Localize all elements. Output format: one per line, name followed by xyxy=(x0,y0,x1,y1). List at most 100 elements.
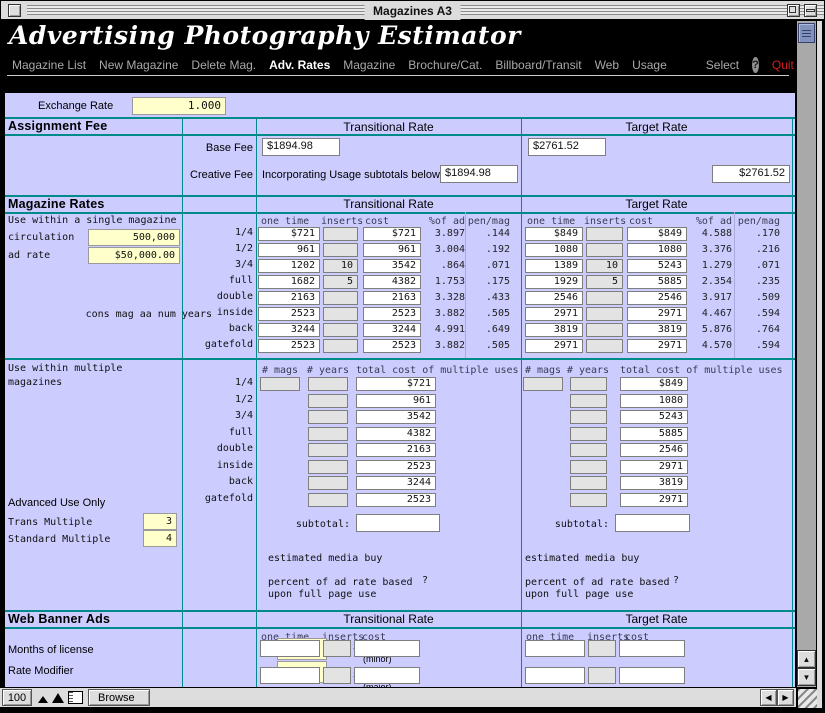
web-trans-inserts-field[interactable] xyxy=(323,667,351,684)
target-one-time-field[interactable]: 1080 xyxy=(525,243,583,257)
trans-inserts-field[interactable] xyxy=(323,323,358,337)
menu-item[interactable]: Billboard/Transit xyxy=(495,58,581,72)
web-target-inserts-field[interactable] xyxy=(588,640,616,657)
standard-multiple-field[interactable]: 4 xyxy=(143,530,177,547)
target-num-years-field[interactable] xyxy=(570,394,607,408)
target-num-years-field[interactable] xyxy=(570,377,607,391)
menu-item[interactable]: Brochure/Cat. xyxy=(408,58,482,72)
menu-item[interactable]: Adv. Rates xyxy=(269,58,330,72)
trans-total-cost-field[interactable]: 2163 xyxy=(356,443,436,457)
target-inserts-field[interactable]: 5 xyxy=(586,275,623,289)
zoom-in-icon[interactable] xyxy=(52,693,64,703)
target-num-years-field[interactable] xyxy=(570,476,607,490)
trans-inserts-field[interactable] xyxy=(323,291,358,305)
target-inserts-field[interactable] xyxy=(586,227,623,241)
trans-total-cost-field[interactable]: 961 xyxy=(356,394,436,408)
scroll-left-icon[interactable]: ◀ xyxy=(760,689,777,706)
scroll-up-icon[interactable]: ▲ xyxy=(797,650,816,668)
creative-fee-target-field[interactable]: $2761.52 xyxy=(712,165,790,183)
trans-one-time-field[interactable]: 1202 xyxy=(258,259,320,273)
trans-one-time-field[interactable]: 2523 xyxy=(258,339,320,353)
scroll-down-icon[interactable]: ▼ xyxy=(797,668,816,686)
menu-item[interactable]: New Magazine xyxy=(99,58,178,72)
zoom-level-field[interactable]: 100 xyxy=(2,689,32,706)
target-one-time-field[interactable]: 1389 xyxy=(525,259,583,273)
target-num-years-field[interactable] xyxy=(570,443,607,457)
base-fee-trans-field[interactable]: $1894.98 xyxy=(262,138,340,156)
target-one-time-field[interactable]: $849 xyxy=(525,227,583,241)
web-trans-one-time-field[interactable] xyxy=(260,640,320,657)
trans-num-years-field[interactable] xyxy=(308,394,348,408)
menu-item[interactable]: Delete Mag. xyxy=(191,58,256,72)
trans-inserts-field[interactable] xyxy=(323,307,358,321)
target-inserts-field[interactable] xyxy=(586,307,623,321)
trans-num-years-field[interactable] xyxy=(308,410,348,424)
web-trans-cost-field[interactable] xyxy=(354,667,420,684)
trans-num-years-field[interactable] xyxy=(308,443,348,457)
trans-total-cost-field[interactable]: 2523 xyxy=(356,493,436,507)
base-fee-target-field[interactable]: $2761.52 xyxy=(528,138,606,156)
trans-total-cost-field[interactable]: 2523 xyxy=(356,460,436,474)
scroll-right-icon[interactable]: ▶ xyxy=(777,689,794,706)
menu-item-quit[interactable]: Quit xyxy=(772,58,794,72)
target-total-cost-field[interactable]: $849 xyxy=(620,377,688,391)
web-trans-inserts-field[interactable] xyxy=(323,640,351,657)
target-subtotal-field[interactable] xyxy=(615,514,690,532)
target-one-time-field[interactable]: 2971 xyxy=(525,307,583,321)
target-inserts-field[interactable] xyxy=(586,323,623,337)
trans-multiple-field[interactable]: 3 xyxy=(143,513,177,530)
web-target-cost-field[interactable] xyxy=(619,640,685,657)
window-titlebar[interactable]: Magazines A3 xyxy=(0,0,825,20)
target-total-cost-field[interactable]: 5243 xyxy=(620,410,688,424)
trans-num-years-field[interactable] xyxy=(308,476,348,490)
help-icon[interactable]: ? xyxy=(752,57,759,73)
menu-item[interactable]: Usage xyxy=(632,58,667,72)
trans-inserts-field[interactable] xyxy=(323,243,358,257)
trans-num-years-field[interactable] xyxy=(308,493,348,507)
target-num-mags-field[interactable] xyxy=(523,377,563,391)
trans-num-years-field[interactable] xyxy=(308,460,348,474)
target-inserts-field[interactable]: 10 xyxy=(586,259,623,273)
trans-one-time-field[interactable]: 3244 xyxy=(258,323,320,337)
web-target-inserts-field[interactable] xyxy=(588,667,616,684)
scrollbar-thumb[interactable] xyxy=(798,23,815,43)
trans-inserts-field[interactable]: 5 xyxy=(323,275,358,289)
target-total-cost-field[interactable]: 5885 xyxy=(620,427,688,441)
trans-total-cost-field[interactable]: $721 xyxy=(356,377,436,391)
zoom-box-icon[interactable] xyxy=(787,4,800,17)
target-num-years-field[interactable] xyxy=(570,493,607,507)
trans-one-time-field[interactable]: $721 xyxy=(258,227,320,241)
trans-one-time-field[interactable]: 961 xyxy=(258,243,320,257)
target-total-cost-field[interactable]: 2971 xyxy=(620,493,688,507)
trans-one-time-field[interactable]: 1682 xyxy=(258,275,320,289)
target-inserts-field[interactable] xyxy=(586,339,623,353)
menu-item[interactable]: Web xyxy=(595,58,619,72)
trans-num-mags-field[interactable] xyxy=(260,377,300,391)
web-trans-one-time-field[interactable] xyxy=(260,667,320,684)
target-one-time-field[interactable]: 2546 xyxy=(525,291,583,305)
pct-help-icon[interactable]: ? xyxy=(673,575,679,586)
web-target-cost-field[interactable] xyxy=(619,667,685,684)
target-total-cost-field[interactable]: 3819 xyxy=(620,476,688,490)
target-total-cost-field[interactable]: 2546 xyxy=(620,443,688,457)
trans-total-cost-field[interactable]: 3244 xyxy=(356,476,436,490)
creative-fee-trans-field[interactable]: $1894.98 xyxy=(440,165,518,183)
target-one-time-field[interactable]: 2971 xyxy=(525,339,583,353)
mode-popup-button[interactable]: Browse xyxy=(88,689,150,706)
trans-num-years-field[interactable] xyxy=(308,377,348,391)
target-num-years-field[interactable] xyxy=(570,460,607,474)
trans-total-cost-field[interactable]: 3542 xyxy=(356,410,436,424)
trans-subtotal-field[interactable] xyxy=(356,514,440,532)
collapse-box-icon[interactable] xyxy=(804,4,817,17)
menu-item-select[interactable]: Select xyxy=(706,58,739,72)
target-total-cost-field[interactable]: 2971 xyxy=(620,460,688,474)
trans-total-cost-field[interactable]: 4382 xyxy=(356,427,436,441)
trans-one-time-field[interactable]: 2163 xyxy=(258,291,320,305)
web-target-one-time-field[interactable] xyxy=(525,667,585,684)
pct-help-icon[interactable]: ? xyxy=(422,575,428,586)
menu-item[interactable]: Magazine List xyxy=(12,58,86,72)
target-num-years-field[interactable] xyxy=(570,427,607,441)
web-trans-cost-field[interactable] xyxy=(354,640,420,657)
close-box-icon[interactable] xyxy=(8,4,21,17)
trans-inserts-field[interactable] xyxy=(323,339,358,353)
